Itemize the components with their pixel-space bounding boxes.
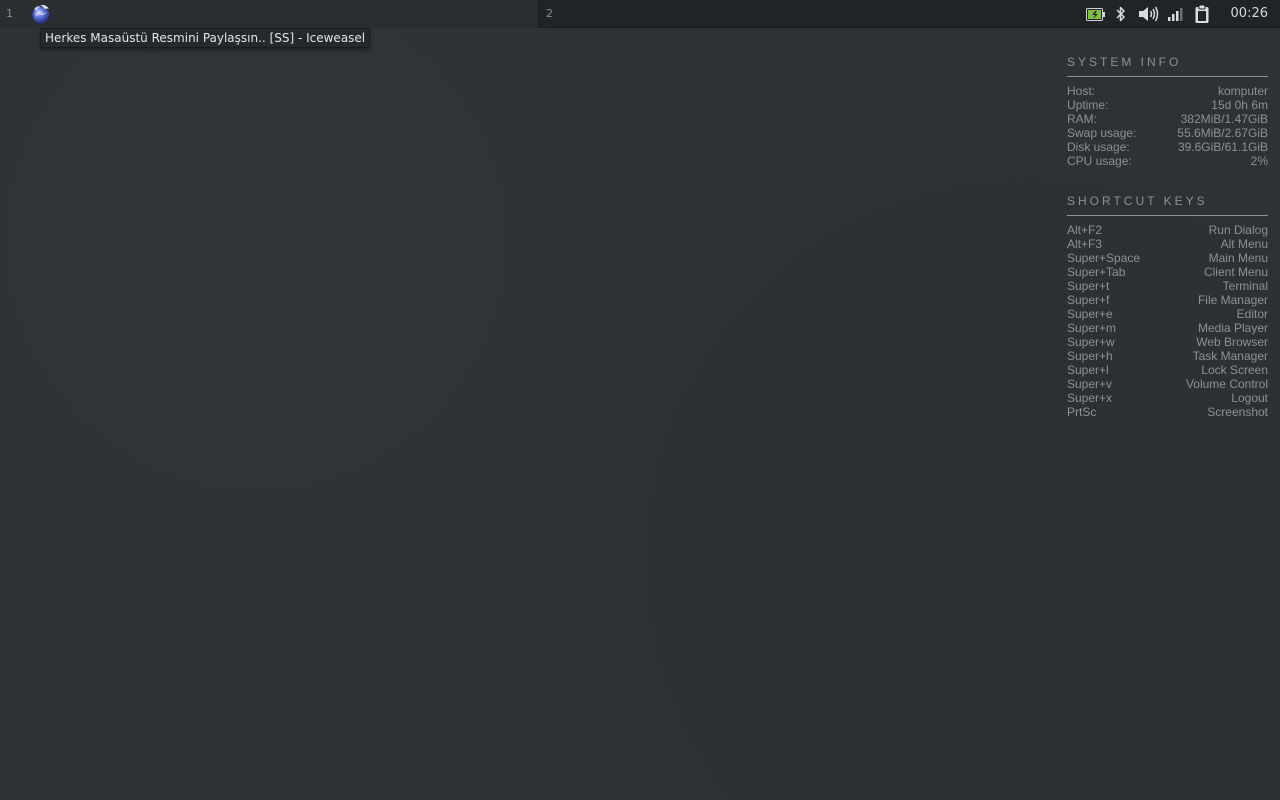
shortcut-row: PrtSc Screenshot	[1067, 405, 1268, 419]
shortcut-row: Super+m Media Player	[1067, 321, 1268, 335]
shortcut-keys-title: SHORTCUT KEYS	[1067, 194, 1268, 216]
shortcut-value: Screenshot	[1207, 405, 1268, 419]
system-info-row: Uptime: 15d 0h 6m	[1067, 98, 1268, 112]
system-info-row: Host: komputer	[1067, 84, 1268, 98]
shortcut-label: Super+Space	[1067, 251, 1141, 265]
shortcut-row: Super+v Volume Control	[1067, 377, 1268, 391]
shortcut-label: Super+w	[1067, 335, 1115, 349]
clipboard-icon[interactable]	[1194, 4, 1210, 23]
shortcut-value: Run Dialog	[1208, 223, 1268, 237]
system-info-row: Disk usage: 39.6GiB/61.1GiB	[1067, 140, 1268, 154]
battery-icon[interactable]	[1086, 7, 1106, 25]
volume-icon[interactable]	[1137, 5, 1159, 23]
shortcut-value: Task Manager	[1192, 349, 1268, 363]
shortcut-value: File Manager	[1197, 293, 1268, 307]
shortcut-label: Super+x	[1067, 391, 1113, 405]
shortcut-value: Client Menu	[1203, 265, 1268, 279]
shortcut-row: Alt+F3 Alt Menu	[1067, 237, 1268, 251]
shortcut-value: Media Player	[1197, 321, 1268, 335]
system-info-value: komputer	[1217, 84, 1268, 98]
desktop-2-number[interactable]: 2	[546, 7, 553, 20]
shortcut-label: Super+e	[1067, 307, 1113, 321]
shortcut-label: PrtSc	[1067, 405, 1097, 419]
shortcut-row: Alt+F2 Run Dialog	[1067, 223, 1268, 237]
system-info-value: 55.6MiB/2.67GiB	[1177, 126, 1268, 140]
shortcut-row: Super+Tab Client Menu	[1067, 265, 1268, 279]
conky-widget: SYSTEM INFO Host: komputer Uptime: 15d 0h 6…	[1067, 55, 1268, 445]
shortcut-label: Super+h	[1067, 349, 1113, 363]
system-info-row: Swap usage: 55.6MiB/2.67GiB	[1067, 126, 1268, 140]
system-info-title: SYSTEM INFO	[1067, 55, 1268, 77]
shortcut-label: Super+m	[1067, 321, 1117, 335]
window-title-tooltip: Herkes Masaüstü Resmini Paylaşsın.. [SS]…	[40, 28, 371, 48]
system-info-label: RAM:	[1067, 112, 1097, 126]
system-info-value: 2%	[1250, 154, 1268, 168]
system-info-label: Uptime:	[1067, 98, 1109, 112]
shortcut-value: Lock Screen	[1201, 363, 1268, 377]
system-info-value: 382MiB/1.47GiB	[1180, 112, 1268, 126]
shortcut-keys-list: Alt+F2 Run Dialog Alt+F3 Alt Menu Super+Spac…	[1067, 223, 1268, 419]
shortcut-row: Super+x Logout	[1067, 391, 1268, 405]
system-tray: 00:26	[1080, 0, 1280, 28]
shortcut-label: Alt+F3	[1067, 237, 1103, 251]
iceweasel-globe-icon[interactable]	[30, 3, 52, 25]
signal-icon[interactable]	[1167, 5, 1183, 23]
shortcut-label: Super+Tab	[1067, 265, 1126, 279]
shortcut-label: Super+t	[1067, 279, 1110, 293]
system-info-label: Swap usage:	[1067, 126, 1137, 140]
shortcut-label: Super+l	[1067, 363, 1109, 377]
shortcut-value: Logout	[1231, 391, 1268, 405]
shortcut-value: Editor	[1236, 307, 1268, 321]
shortcut-row: Super+h Task Manager	[1067, 349, 1268, 363]
shortcut-row: Super+f File Manager	[1067, 293, 1268, 307]
system-info-label: Disk usage:	[1067, 140, 1130, 154]
system-info-section: SYSTEM INFO Host: komputer Uptime: 15d 0h 6…	[1067, 55, 1268, 168]
shortcut-value: Main Menu	[1208, 251, 1268, 265]
desktop-1-number[interactable]: 1	[6, 7, 13, 20]
panel-clock[interactable]: 00:26	[1231, 6, 1268, 21]
shortcut-row: Super+w Web Browser	[1067, 335, 1268, 349]
system-info-value: 39.6GiB/61.1GiB	[1177, 140, 1268, 154]
shortcut-row: Super+e Editor	[1067, 307, 1268, 321]
shortcut-keys-section: SHORTCUT KEYS Alt+F2 Run Dialog Alt+F3 Alt …	[1067, 194, 1268, 419]
top-panel: 1 2 00:26	[0, 0, 1280, 28]
shortcut-row: Super+l Lock Screen	[1067, 363, 1268, 377]
system-info-row: CPU usage: 2%	[1067, 154, 1268, 168]
system-info-label: Host:	[1067, 84, 1096, 98]
shortcut-label: Alt+F2	[1067, 223, 1103, 237]
system-info-row: RAM: 382MiB/1.47GiB	[1067, 112, 1268, 126]
shortcut-value: Terminal	[1222, 279, 1268, 293]
bluetooth-icon[interactable]	[1115, 5, 1127, 23]
desktop-2-taskbar[interactable]: 2	[540, 0, 940, 28]
shortcut-row: Super+t Terminal	[1067, 279, 1268, 293]
shortcut-label: Super+f	[1067, 293, 1110, 307]
shortcut-label: Super+v	[1067, 377, 1113, 391]
system-info-value: 15d 0h 6m	[1211, 98, 1268, 112]
shortcut-value: Volume Control	[1185, 377, 1268, 391]
shortcut-value: Web Browser	[1196, 335, 1268, 349]
shortcut-row: Super+Space Main Menu	[1067, 251, 1268, 265]
system-info-label: CPU usage:	[1067, 154, 1132, 168]
desktop-1-taskbar[interactable]: 1	[0, 0, 539, 28]
system-info-list: Host: komputer Uptime: 15d 0h 6m RAM: 382MiB/…	[1067, 84, 1268, 168]
shortcut-value: Alt Menu	[1220, 237, 1268, 251]
